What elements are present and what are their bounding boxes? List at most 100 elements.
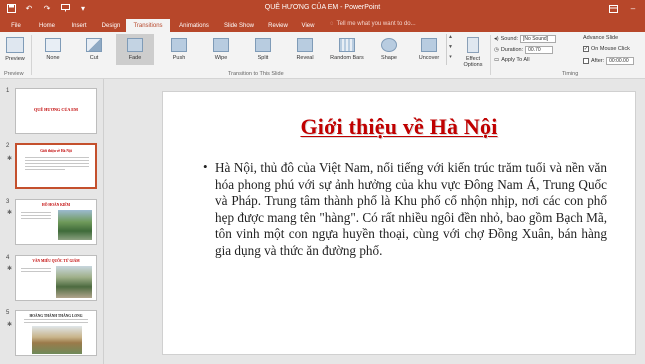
- slide-number: 1: [6, 88, 10, 94]
- slide-number: 2: [6, 143, 10, 149]
- thumbnail-text-line: [25, 157, 89, 158]
- after-row: After: 00:00.00: [583, 57, 635, 65]
- thumbnail-text-line: [25, 160, 89, 161]
- slide-thumbnail-2[interactable]: Giới thiệu về Hà Nội: [15, 143, 97, 189]
- transition-uncover-icon: [421, 38, 437, 52]
- thumbnail-text-line: [21, 271, 51, 272]
- slide-canvas[interactable]: Giới thiệu về Hà Nội • Hà Nội, thủ đô củ…: [162, 91, 636, 355]
- transition-cut[interactable]: Cut: [75, 34, 113, 65]
- timing-group-label: Timing: [562, 71, 579, 77]
- slide-thumbnail-3[interactable]: HỒ HOÀN KIẾM: [15, 199, 97, 245]
- lightbulb-icon: ◌: [330, 21, 334, 27]
- effect-options-icon: [467, 37, 479, 53]
- citadel-photo: [32, 326, 82, 354]
- thumbnail-title: QUÊ HƯƠNG CỦA EM: [34, 107, 78, 112]
- clock-icon: ◷: [494, 47, 499, 53]
- slide-thumbnail-5[interactable]: HOÀNG THÀNH THĂNG LONG: [15, 310, 97, 356]
- tab-transitions[interactable]: Transitions: [126, 19, 170, 32]
- tab-insert[interactable]: Insert: [66, 19, 92, 32]
- transition-wipe-icon: [213, 38, 229, 52]
- transition-cut-icon: [86, 38, 102, 52]
- thumbnail-text-line: [21, 268, 51, 269]
- minimize-icon[interactable]: –: [627, 3, 639, 14]
- transitions-group-label: Transition to This Slide: [228, 71, 284, 77]
- slide-body-text[interactable]: Hà Nội, thủ đô của Việt Nam, nổi tiếng v…: [205, 160, 607, 260]
- transition-random-bars[interactable]: Random Bars: [326, 34, 368, 65]
- ribbon-transitions: Preview Preview None Cut Fade Push Wipe …: [0, 32, 645, 79]
- advance-slide-label: Advance Slide: [583, 35, 619, 41]
- thumbnail-title: HOÀNG THÀNH THĂNG LONG: [29, 314, 83, 318]
- transition-star-icon: ✱: [7, 266, 13, 272]
- transition-none[interactable]: None: [34, 34, 72, 65]
- transition-split[interactable]: Split: [244, 34, 282, 65]
- slide-number: 4: [6, 255, 10, 261]
- title-bar: ↶ ↷ ▾ QUÊ HƯƠNG CỦA EM - PowerPoint –: [0, 0, 645, 18]
- transition-random-bars-icon: [339, 38, 355, 52]
- sound-dropdown[interactable]: [No Sound]: [520, 35, 557, 43]
- transition-star-icon: ✱: [7, 322, 13, 328]
- thumbnail-text-line: [25, 163, 89, 164]
- gallery-more-icon[interactable]: ▾: [447, 54, 454, 64]
- transition-shape-icon: [381, 38, 397, 52]
- transition-reveal-icon: [297, 38, 313, 52]
- preview-icon: [6, 37, 24, 53]
- tab-animations[interactable]: Animations: [174, 19, 214, 32]
- transition-shape[interactable]: Shape: [370, 34, 408, 65]
- scroll-up-icon[interactable]: ▲: [447, 34, 454, 44]
- thumbnail-text-line: [21, 218, 51, 219]
- after-checkbox[interactable]: [583, 58, 589, 64]
- after-field[interactable]: 00:00.00: [606, 57, 635, 65]
- thumbnail-text-line: [25, 166, 89, 167]
- preview-button[interactable]: Preview: [2, 32, 28, 62]
- window-controls: –: [607, 3, 639, 14]
- slide-thumbnail-1[interactable]: QUÊ HƯƠNG CỦA EM: [15, 88, 97, 134]
- temple-photo: [56, 266, 92, 298]
- tab-home[interactable]: Home: [34, 19, 60, 32]
- lake-photo: [58, 210, 92, 240]
- thumbnail-text-line: [24, 322, 88, 323]
- slide-title[interactable]: Giới thiệu về Hà Nội: [163, 114, 635, 140]
- transition-fade[interactable]: Fade: [116, 34, 154, 65]
- ribbon-display-icon[interactable]: [607, 3, 619, 14]
- on-mouse-click-checkbox[interactable]: ✓: [583, 46, 589, 52]
- transition-push[interactable]: Push: [160, 34, 198, 65]
- tab-view[interactable]: View: [296, 19, 320, 32]
- document-title: QUÊ HƯƠNG CỦA EM - PowerPoint: [264, 4, 381, 11]
- sound-icon: ◂): [494, 36, 499, 42]
- tab-file[interactable]: File: [6, 19, 26, 32]
- thumbnail-title: Giới thiệu về Hà Nội: [40, 149, 72, 153]
- tell-me-box[interactable]: ◌ Tell me what you want to do...: [330, 21, 416, 27]
- tab-review[interactable]: Review: [264, 19, 292, 32]
- duration-field[interactable]: 00.70: [525, 46, 554, 54]
- tab-design[interactable]: Design: [97, 19, 125, 32]
- group-separator: [31, 35, 32, 75]
- thumbnail-title: VĂN MIẾU QUỐC TỬ GIÁM: [32, 259, 80, 263]
- transition-star-icon: ✱: [7, 210, 13, 216]
- transition-reveal[interactable]: Reveal: [286, 34, 324, 65]
- transition-none-icon: [45, 38, 61, 52]
- thumbnail-text-line: [21, 215, 51, 216]
- tell-me-text: Tell me what you want to do...: [336, 21, 416, 27]
- thumbnail-text-line: [21, 212, 51, 213]
- apply-to-all-button[interactable]: ▭ Apply To All: [494, 57, 530, 63]
- slide-number: 5: [6, 310, 10, 316]
- effect-options-button[interactable]: Effect Options: [458, 32, 488, 68]
- tab-slide-show[interactable]: Slide Show: [219, 19, 259, 32]
- transition-fade-icon: [127, 38, 143, 52]
- thumbnail-title: HỒ HOÀN KIẾM: [41, 203, 71, 207]
- transition-wipe[interactable]: Wipe: [202, 34, 240, 65]
- slide-thumbnails-pane: 1 QUÊ HƯƠNG CỦA EM 2 ✱ Giới thiệu về Hà …: [0, 79, 104, 364]
- apply-all-icon: ▭: [494, 57, 500, 63]
- duration-row: ◷ Duration: 00.70: [494, 46, 554, 54]
- on-mouse-click-row[interactable]: ✓ On Mouse Click: [583, 46, 630, 52]
- ribbon-tabs: File Home Insert Design Transitions Anim…: [0, 18, 645, 32]
- gallery-scrollbar[interactable]: ▲ ▼ ▾: [446, 34, 454, 65]
- slide-number: 3: [6, 199, 10, 205]
- transition-split-icon: [255, 38, 271, 52]
- scroll-down-icon[interactable]: ▼: [447, 44, 454, 54]
- transition-uncover[interactable]: Uncover: [410, 34, 448, 65]
- transition-push-icon: [171, 38, 187, 52]
- sound-row: ◂) Sound: [No Sound]: [494, 35, 557, 43]
- slide-thumbnail-4[interactable]: VĂN MIẾU QUỐC TỬ GIÁM: [15, 255, 97, 301]
- group-separator: [490, 35, 491, 75]
